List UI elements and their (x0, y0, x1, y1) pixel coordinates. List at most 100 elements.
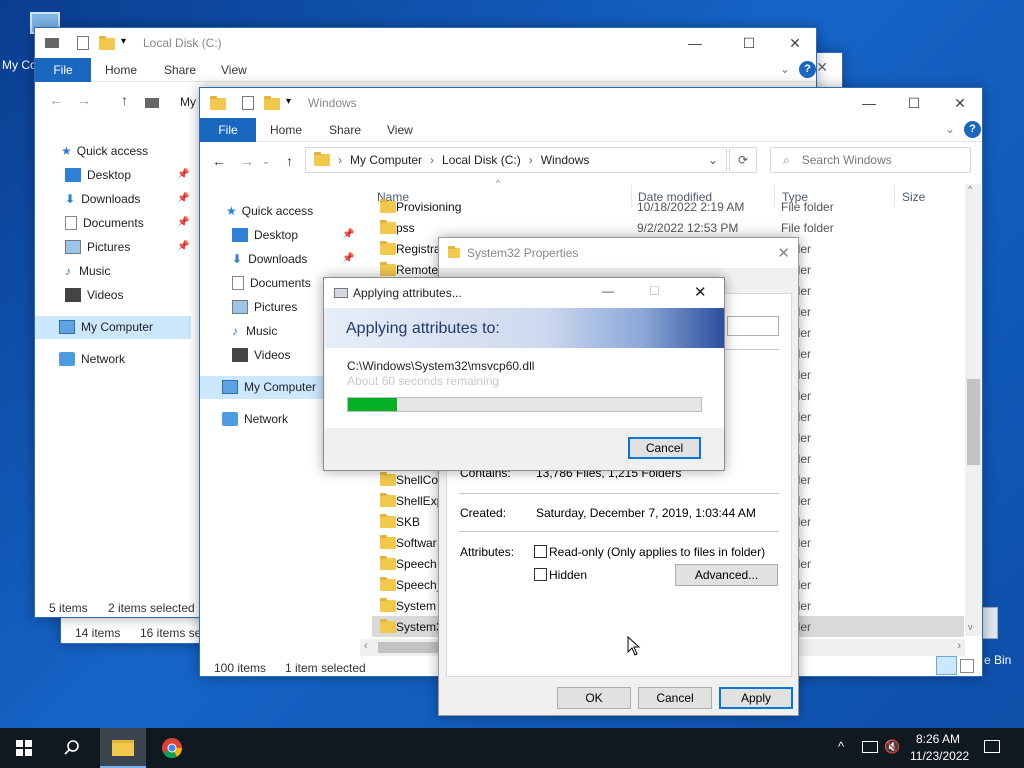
nav-my-computer[interactable]: My Computer (59, 316, 153, 338)
refresh-button[interactable]: ⟳ (729, 147, 757, 173)
network-tray-icon[interactable] (862, 741, 878, 753)
pin-icon[interactable]: 📌 (177, 169, 189, 180)
column-header-date[interactable]: Date modified (638, 190, 712, 204)
properties-icon[interactable] (77, 36, 89, 50)
help-icon[interactable]: ? (964, 121, 981, 138)
nav-desktop[interactable]: Desktop (65, 164, 131, 186)
details-view-button[interactable] (936, 656, 957, 675)
large-icons-view-button[interactable] (960, 659, 974, 673)
new-folder-icon[interactable] (99, 36, 115, 50)
title-bar[interactable]: System32 Properties ✕ (439, 238, 798, 268)
forward-arrow-icon[interactable]: → (77, 92, 91, 108)
tab-view[interactable]: View (221, 63, 247, 77)
nav-videos[interactable]: Videos (65, 284, 123, 306)
minimize-button[interactable]: — (602, 284, 614, 298)
breadcrumb-my-computer[interactable]: My Computer (350, 153, 422, 167)
back-arrow-icon[interactable]: ← (212, 153, 226, 169)
up-arrow-icon[interactable]: ↑ (121, 92, 128, 108)
minimize-button[interactable]: — (846, 88, 892, 118)
title-bar[interactable]: Applying attributes... — ☐ ✕ (324, 278, 724, 308)
back-arrow-icon[interactable]: ← (49, 92, 63, 108)
address-bar[interactable]: › My Computer › Local Disk (C:) › Window… (305, 147, 727, 173)
search-button[interactable] (48, 728, 96, 768)
tab-home[interactable]: Home (105, 63, 137, 77)
column-header-name[interactable]: Name (377, 190, 409, 204)
advanced-button[interactable]: Advanced... (675, 564, 778, 586)
chevron-down-icon[interactable]: ⌄ (945, 122, 955, 136)
close-button[interactable]: ✕ (694, 283, 707, 301)
nav-documents[interactable]: Documents (232, 272, 311, 294)
close-button[interactable]: ✕ (777, 244, 790, 262)
readonly-checkbox[interactable] (534, 545, 547, 558)
nav-network[interactable]: Network (59, 348, 125, 370)
chevron-down-icon[interactable]: ⌄ (780, 62, 790, 76)
nav-quick-access[interactable]: ★ Quick access (226, 200, 313, 222)
nav-documents[interactable]: Documents (65, 212, 144, 234)
close-button[interactable]: ✕ (937, 88, 982, 118)
pin-icon[interactable]: 📌 (177, 241, 189, 252)
maximize-button[interactable]: ☐ (649, 284, 660, 298)
pin-icon[interactable]: 📌 (177, 193, 189, 204)
maximize-button[interactable]: ☐ (891, 88, 937, 118)
scroll-left-icon[interactable]: ‹ (364, 640, 368, 652)
scroll-down-icon[interactable]: v (968, 622, 973, 632)
nav-network[interactable]: Network (222, 408, 288, 430)
scroll-thumb[interactable] (967, 379, 980, 465)
nav-downloads[interactable]: ⬇ Downloads (65, 188, 140, 210)
title-bar[interactable]: ▾ Windows — ☐ ✕ (200, 88, 982, 118)
breadcrumb-windows[interactable]: Windows (541, 153, 590, 167)
taskbar-chrome[interactable] (150, 728, 196, 768)
tab-file[interactable]: File (200, 118, 256, 142)
cancel-button[interactable]: Cancel (628, 437, 701, 459)
clock-date[interactable]: 11/23/2022 (910, 749, 969, 763)
chevron-down-icon[interactable]: ▾ (286, 96, 291, 107)
start-button[interactable] (0, 728, 48, 768)
help-icon[interactable]: ? (799, 61, 816, 78)
search-box[interactable]: ⌕ Search Windows (770, 147, 971, 173)
tab-home[interactable]: Home (270, 123, 302, 137)
tab-share[interactable]: Share (164, 63, 196, 77)
nav-downloads[interactable]: ⬇ Downloads (232, 248, 307, 270)
taskbar-file-explorer[interactable] (100, 728, 146, 768)
notifications-icon[interactable] (984, 740, 1000, 753)
desktop-icon-recycle-bin[interactable]: e Bin (978, 605, 1022, 667)
show-hidden-icons-icon[interactable]: ^ (838, 739, 844, 754)
title-bar[interactable]: ▾ Local Disk (C:) — ☐ ✕ (35, 28, 816, 58)
breadcrumb-local-disk[interactable]: Local Disk (C:) (442, 153, 521, 167)
close-icon[interactable]: ✕ (816, 59, 828, 76)
nav-music[interactable]: ♪ Music (65, 260, 110, 282)
cancel-button[interactable]: Cancel (638, 687, 712, 709)
hidden-checkbox[interactable] (534, 568, 547, 581)
nav-music[interactable]: ♪ Music (232, 320, 277, 342)
applying-attributes-dialog[interactable]: Applying attributes... — ☐ ✕ Applying at… (323, 277, 725, 471)
column-header-size[interactable]: Size (902, 190, 925, 204)
chevron-down-icon[interactable]: ▾ (121, 36, 126, 47)
column-header-type[interactable]: Type (782, 190, 808, 204)
scroll-up-icon[interactable]: ^ (968, 184, 972, 194)
properties-icon[interactable] (242, 96, 254, 110)
tab-view[interactable]: View (387, 123, 413, 137)
tab-share[interactable]: Share (329, 123, 361, 137)
nav-desktop[interactable]: Desktop (232, 224, 298, 246)
nav-pictures[interactable]: Pictures (232, 296, 297, 318)
vertical-scrollbar[interactable]: ^ v (965, 184, 982, 636)
nav-videos[interactable]: Videos (232, 344, 290, 366)
ok-button[interactable]: OK (557, 687, 631, 709)
up-arrow-icon[interactable]: ↑ (286, 153, 293, 169)
apply-button[interactable]: Apply (719, 687, 793, 709)
new-folder-icon[interactable] (264, 96, 280, 110)
pin-icon[interactable]: 📌 (342, 229, 354, 240)
minimize-button[interactable]: — (672, 28, 718, 58)
volume-muted-icon[interactable]: 🔇 (884, 739, 900, 755)
maximize-button[interactable]: ☐ (726, 28, 772, 58)
address-dropdown-icon[interactable]: ⌄ (708, 153, 718, 167)
pin-icon[interactable]: 📌 (177, 217, 189, 228)
clock-time[interactable]: 8:26 AM (916, 732, 960, 746)
tab-file[interactable]: File (35, 58, 91, 82)
forward-arrow-icon[interactable]: → (240, 153, 254, 169)
scroll-right-icon[interactable]: › (957, 640, 961, 652)
recent-locations-icon[interactable]: ⌄ (262, 156, 270, 167)
pin-icon[interactable]: 📌 (342, 253, 354, 264)
close-button[interactable]: ✕ (772, 28, 816, 58)
nav-pictures[interactable]: Pictures (65, 236, 130, 258)
